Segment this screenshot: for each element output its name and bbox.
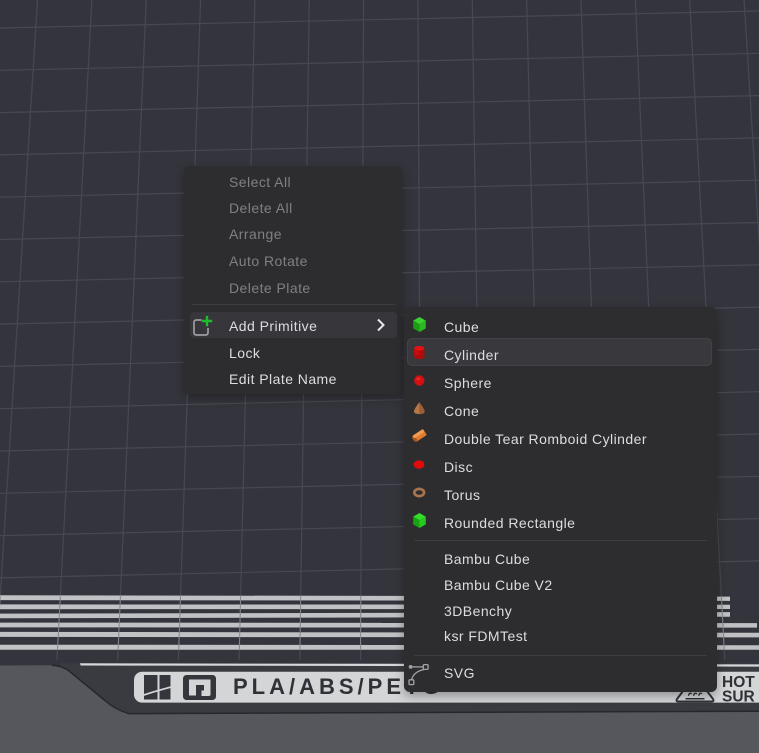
svg-text:SUR: SUR (722, 689, 755, 706)
